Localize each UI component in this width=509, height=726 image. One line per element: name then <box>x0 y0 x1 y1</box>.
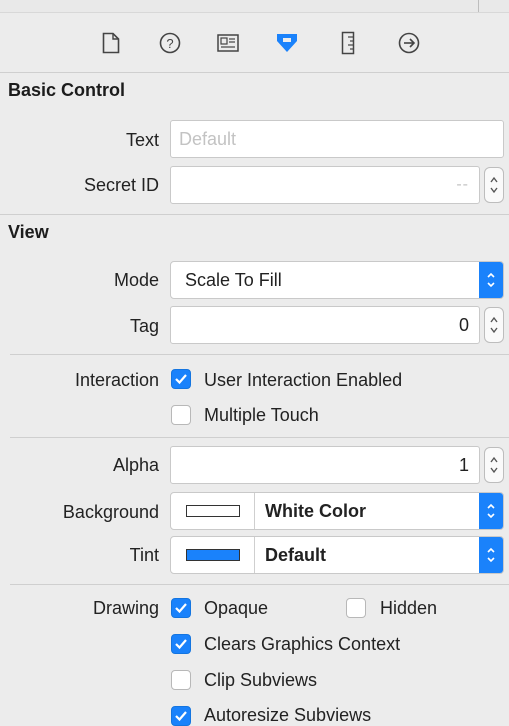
group-divider <box>10 354 509 355</box>
group-divider <box>10 584 509 585</box>
background-color-swatch <box>185 505 240 517</box>
chevron-updown-icon <box>487 272 495 288</box>
popup-arrow <box>479 262 503 298</box>
section-basic-control-title: Basic Control <box>8 80 126 100</box>
tint-color-swatch <box>185 549 240 561</box>
user-interaction-checkbox[interactable] <box>171 369 191 389</box>
clears-graphics-context-label[interactable]: Clears Graphics Context <box>204 634 400 655</box>
mode-value: Scale To Fill <box>185 269 282 290</box>
tint-swatch-cell <box>171 537 255 573</box>
text-placeholder: Default <box>179 128 237 149</box>
identity-icon <box>217 34 239 52</box>
text-label: Text <box>125 130 159 150</box>
secret-id-stepper[interactable] <box>484 167 504 203</box>
drawing-label: Drawing <box>92 598 159 618</box>
chevron-updown-icon <box>487 547 495 563</box>
section-divider <box>0 214 509 215</box>
help-icon: ? <box>159 32 181 54</box>
clip-subviews-label[interactable]: Clip Subviews <box>204 670 317 691</box>
multiple-touch-checkbox[interactable] <box>171 405 191 425</box>
tag-value: 0 <box>458 314 469 335</box>
secret-id-label: Secret ID <box>83 175 159 195</box>
background-swatch-cell <box>171 493 255 529</box>
file-icon <box>102 32 120 54</box>
multiple-touch-label[interactable]: Multiple Touch <box>204 405 319 426</box>
attributes-inspector-tab[interactable] <box>272 28 302 58</box>
connections-inspector-tab[interactable] <box>394 28 424 58</box>
inspector-tab-bar: ? <box>0 18 509 68</box>
alpha-input[interactable]: 1 <box>170 446 480 484</box>
mode-popup[interactable]: Scale To Fill <box>170 261 504 299</box>
tab-bar-divider <box>0 72 509 73</box>
svg-text:?: ? <box>166 36 173 51</box>
interaction-label: Interaction <box>74 370 159 390</box>
hidden-label[interactable]: Hidden <box>380 598 437 619</box>
secret-id-input[interactable]: -- <box>170 166 480 204</box>
background-color-popup[interactable]: White Color <box>170 492 504 530</box>
autoresize-subviews-checkbox[interactable] <box>171 706 191 726</box>
opaque-label[interactable]: Opaque <box>204 598 268 619</box>
popup-arrow <box>479 493 503 529</box>
quick-help-tab[interactable]: ? <box>155 28 185 58</box>
user-interaction-label[interactable]: User Interaction Enabled <box>204 370 402 391</box>
attributes-icon <box>277 34 297 52</box>
divider-notch <box>478 0 479 12</box>
checkmark-icon <box>175 639 187 650</box>
autoresize-subviews-label[interactable]: Autoresize Subviews <box>204 705 371 726</box>
hidden-checkbox[interactable] <box>346 598 366 618</box>
identity-inspector-tab[interactable] <box>213 28 243 58</box>
popup-arrow <box>479 537 503 573</box>
group-divider <box>10 437 509 438</box>
file-inspector-tab[interactable] <box>96 28 126 58</box>
text-input[interactable]: Default <box>170 120 504 158</box>
checkmark-icon <box>175 603 187 614</box>
stepper-arrows-icon <box>490 176 498 194</box>
opaque-checkbox[interactable] <box>171 598 191 618</box>
mode-label: Mode <box>113 270 159 290</box>
tint-value: Default <box>265 544 327 565</box>
size-inspector-tab[interactable] <box>333 28 363 58</box>
stepper-arrows-icon <box>490 316 498 334</box>
clip-subviews-checkbox[interactable] <box>171 670 191 690</box>
arrow-circle-icon <box>398 32 420 54</box>
tag-label: Tag <box>129 316 159 336</box>
chevron-updown-icon <box>487 503 495 519</box>
tint-color-popup[interactable]: Default <box>170 536 504 574</box>
background-value: White Color <box>265 500 366 521</box>
section-view-title: View <box>8 222 49 242</box>
secret-id-value: -- <box>456 176 469 193</box>
alpha-label: Alpha <box>112 455 159 475</box>
tag-input[interactable]: 0 <box>170 306 480 344</box>
background-label: Background <box>62 502 159 522</box>
checkmark-icon <box>175 711 187 722</box>
tint-label: Tint <box>129 545 159 565</box>
stepper-arrows-icon <box>490 456 498 474</box>
ruler-icon <box>341 31 355 55</box>
alpha-value: 1 <box>458 454 469 475</box>
clears-graphics-context-checkbox[interactable] <box>171 634 191 654</box>
checkmark-icon <box>175 374 187 385</box>
alpha-stepper[interactable] <box>484 447 504 483</box>
window-top-edge <box>0 0 509 13</box>
tag-stepper[interactable] <box>484 307 504 343</box>
